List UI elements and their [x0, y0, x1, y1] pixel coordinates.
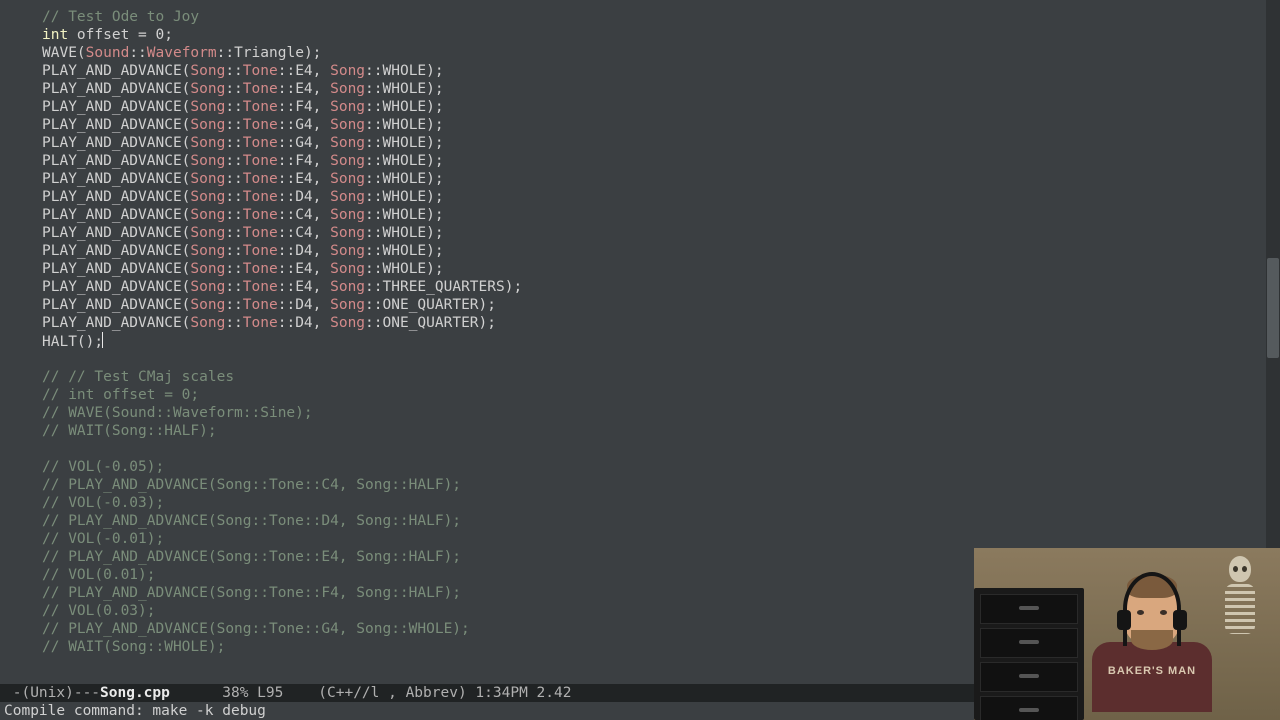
- decl-line: int offset = 0;: [0, 26, 1280, 44]
- play-line: PLAY_AND_ADVANCE(Song::Tone::E4, Song::W…: [0, 170, 1280, 188]
- comment-line: // WAVE(Sound::Waveform::Sine);: [0, 404, 1280, 422]
- play-line: PLAY_AND_ADVANCE(Song::Tone::D4, Song::W…: [0, 188, 1280, 206]
- text-cursor: [102, 332, 103, 348]
- comment-line: // int offset = 0;: [0, 386, 1280, 404]
- blank-line: [0, 350, 1280, 368]
- play-line: PLAY_AND_ADVANCE(Song::Tone::C4, Song::W…: [0, 206, 1280, 224]
- comment-line: // PLAY_AND_ADVANCE(Song::Tone::C4, Song…: [0, 476, 1280, 494]
- comment-line: // WAIT(Song::HALF);: [0, 422, 1280, 440]
- comment-line: // VOL(-0.01);: [0, 530, 1280, 548]
- comment-line: // VOL(-0.03);: [0, 494, 1280, 512]
- play-line: PLAY_AND_ADVANCE(Song::Tone::G4, Song::W…: [0, 116, 1280, 134]
- file-cabinet: [974, 588, 1084, 720]
- play-line: PLAY_AND_ADVANCE(Song::Tone::D4, Song::W…: [0, 242, 1280, 260]
- blank-line: [0, 440, 1280, 458]
- play-line: PLAY_AND_ADVANCE(Song::Tone::C4, Song::W…: [0, 224, 1280, 242]
- play-line: PLAY_AND_ADVANCE(Song::Tone::F4, Song::W…: [0, 152, 1280, 170]
- play-line: PLAY_AND_ADVANCE(Song::Tone::D4, Song::O…: [0, 314, 1280, 332]
- comment-line: // // Test CMaj scales: [0, 368, 1280, 386]
- streamer-person: BAKER'S MAN: [1082, 570, 1222, 720]
- halt-line: HALT();: [0, 332, 1280, 350]
- play-line: PLAY_AND_ADVANCE(Song::Tone::E4, Song::T…: [0, 278, 1280, 296]
- comment-line: // Test Ode to Joy: [0, 8, 1280, 26]
- modeline-filename: Song.cpp: [100, 685, 170, 701]
- modeline-left: -(Unix)---: [4, 685, 100, 701]
- comment-line: // PLAY_AND_ADVANCE(Song::Tone::D4, Song…: [0, 512, 1280, 530]
- play-line: PLAY_AND_ADVANCE(Song::Tone::E4, Song::W…: [0, 62, 1280, 80]
- play-line: PLAY_AND_ADVANCE(Song::Tone::D4, Song::O…: [0, 296, 1280, 314]
- play-line: PLAY_AND_ADVANCE(Song::Tone::G4, Song::W…: [0, 134, 1280, 152]
- play-line: PLAY_AND_ADVANCE(Song::Tone::F4, Song::W…: [0, 98, 1280, 116]
- webcam-overlay: BAKER'S MAN: [974, 548, 1280, 720]
- minibuffer-prompt: Compile command:: [4, 703, 152, 719]
- modeline-status: 38% L95 (C++//l , Abbrev) 1:34PM 2.42: [170, 685, 572, 701]
- minibuffer-command[interactable]: make -k debug: [152, 703, 266, 719]
- wave-line: WAVE(Sound::Waveform::Triangle);: [0, 44, 1280, 62]
- play-line: PLAY_AND_ADVANCE(Song::Tone::E4, Song::W…: [0, 260, 1280, 278]
- scrollbar-thumb[interactable]: [1267, 258, 1279, 358]
- play-line: PLAY_AND_ADVANCE(Song::Tone::E4, Song::W…: [0, 80, 1280, 98]
- skeleton-prop: [1215, 556, 1265, 676]
- comment-line: // VOL(-0.05);: [0, 458, 1280, 476]
